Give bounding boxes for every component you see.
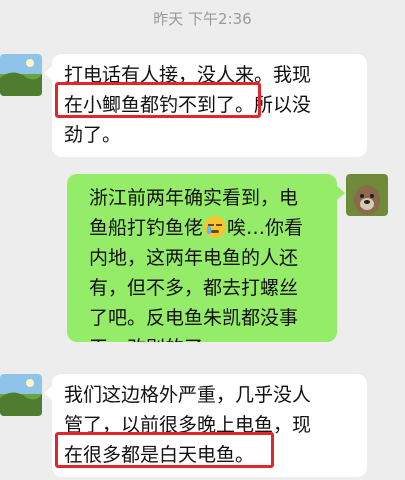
dog-avatar-icon [346, 174, 388, 216]
message-line: 管了，以前很多晚上电鱼，现 [64, 414, 312, 436]
message-line: 了吧。反电鱼朱凯都没事 [89, 307, 299, 329]
bubble-tail [44, 66, 52, 80]
bubble-tail [337, 186, 345, 200]
bubble-tail [44, 386, 52, 400]
contact-avatar[interactable] [0, 54, 42, 96]
landscape-avatar-icon [0, 54, 42, 96]
contact-avatar[interactable] [0, 374, 42, 416]
message-line: 在很多都是白天电鱼。 [64, 444, 255, 466]
message-line: 内地，这两年电鱼的人还 [89, 247, 299, 269]
message-bubble-right[interactable]: 浙江前两年确实看到，电 鱼船打钓鱼佬 唉…你看 内地，这两年电鱼的人还 有，但不多… [67, 174, 337, 342]
message-text: 鱼船打钓鱼佬 [89, 217, 204, 239]
chat-timestamp: 昨天 下午2:36 [153, 10, 252, 28]
message-line: 干，改别的了 [89, 333, 323, 342]
facepalm-tears-icon [204, 216, 227, 238]
message-line: 打电话有人接，没人来。我现 [64, 64, 312, 86]
message-line: 鱼船打钓鱼佬 唉…你看 [89, 213, 323, 243]
message-line: 劲了。 [64, 124, 122, 146]
message-line: 我们这边格外严重，几乎没人 [64, 384, 312, 406]
message-text: 唉…你看 [227, 217, 304, 239]
self-avatar[interactable] [346, 174, 388, 216]
message-bubble-left[interactable]: 打电话有人接，没人来。我现 在小鲫鱼都钓不到了。所以没 劲了。 [52, 54, 367, 157]
message-bubble-left[interactable]: 我们这边格外严重，几乎没人 管了，以前很多晚上电鱼，现 在很多都是白天电鱼。 [52, 374, 367, 477]
message-line: 有，但不多，都去打螺丝 [89, 277, 299, 299]
message-line: 浙江前两年确实看到，电 [89, 187, 299, 209]
message-line: 在小鲫鱼都钓不到了。所以没 [64, 94, 312, 116]
landscape-avatar-icon [0, 374, 42, 416]
